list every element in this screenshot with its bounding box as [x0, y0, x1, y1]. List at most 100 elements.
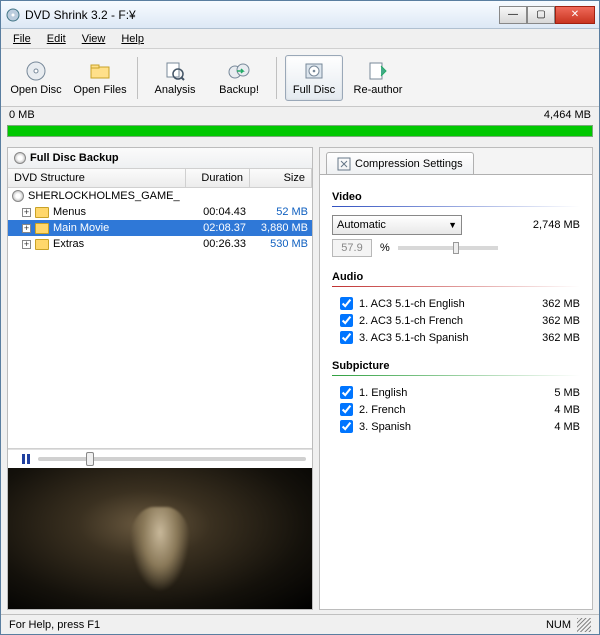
size-max: 4,464 MB [544, 109, 591, 121]
tab-label: Compression Settings [355, 158, 463, 170]
tree-row-main-movie[interactable]: +Main Movie 02:08.37 3,880 MB [8, 220, 312, 236]
analysis-icon [164, 60, 186, 82]
menu-file[interactable]: File [7, 31, 37, 47]
video-section-title: Video [332, 191, 580, 203]
subpicture-track-row[interactable]: 1. English 5 MB [332, 384, 580, 401]
disc-icon [14, 152, 26, 164]
video-size: 2,748 MB [533, 219, 580, 231]
expand-icon[interactable]: + [22, 240, 31, 249]
subpicture-track-checkbox[interactable] [340, 403, 353, 416]
subpicture-track-size: 4 MB [510, 421, 580, 433]
audio-section-title: Audio [332, 271, 580, 283]
expand-icon[interactable]: + [22, 208, 31, 217]
tab-strip: Compression Settings [320, 148, 592, 175]
resize-grip[interactable] [577, 618, 591, 632]
video-rule [332, 206, 580, 207]
audio-rule [332, 286, 580, 287]
slider-thumb [453, 242, 459, 254]
folder-icon [89, 60, 111, 82]
col-duration[interactable]: Duration [186, 169, 250, 187]
pause-button[interactable] [22, 454, 30, 464]
disc-icon [25, 60, 47, 82]
tree-item-label: Menus [53, 206, 86, 218]
audio-track-checkbox[interactable] [340, 297, 353, 310]
titlebar: DVD Shrink 3.2 - F:¥ — ▢ ✕ [1, 1, 599, 29]
reauthor-icon [367, 60, 389, 82]
content-area: Full Disc Backup DVD Structure Duration … [1, 143, 599, 614]
audio-track-label: 2. AC3 5.1-ch French [359, 315, 504, 327]
slider-thumb[interactable] [86, 452, 94, 466]
folder-icon [35, 223, 49, 234]
subpicture-track-size: 5 MB [510, 387, 580, 399]
subpicture-track-checkbox[interactable] [340, 386, 353, 399]
minimize-button[interactable]: — [499, 6, 527, 24]
menu-view[interactable]: View [76, 31, 112, 47]
video-mode-combo[interactable]: Automatic ▼ [332, 215, 462, 235]
folder-icon [35, 239, 49, 250]
tree-disc-row[interactable]: SHERLOCKHOLMES_GAME_ [8, 188, 312, 204]
subpicture-track-row[interactable]: 3. Spanish 4 MB [332, 418, 580, 435]
size-readout: 0 MB 4,464 MB [1, 107, 599, 123]
left-pane-title: Full Disc Backup [30, 152, 119, 164]
subpicture-section-title: Subpicture [332, 360, 580, 372]
toolbar-separator [276, 57, 277, 99]
maximize-button[interactable]: ▢ [527, 6, 555, 24]
menubar: File Edit View Help [1, 29, 599, 49]
subpicture-track-label: 2. French [359, 404, 504, 416]
playback-controls [8, 449, 312, 468]
subpicture-track-row[interactable]: 2. French 4 MB [332, 401, 580, 418]
audio-track-label: 3. AC3 5.1-ch Spanish [359, 332, 504, 344]
compression-slider [398, 246, 498, 250]
disc-icon [12, 190, 24, 202]
subpicture-track-checkbox[interactable] [340, 420, 353, 433]
audio-track-label: 1. AC3 5.1-ch English [359, 298, 504, 310]
tree-item-label: Extras [53, 238, 84, 250]
tree-row-extras[interactable]: +Extras 00:26.33 530 MB [8, 236, 312, 252]
pause-icon [22, 454, 30, 464]
app-icon [5, 7, 21, 23]
compression-panel: Video Automatic ▼ 2,748 MB 57.9 % Audio [320, 174, 592, 609]
audio-track-size: 362 MB [510, 315, 580, 327]
analysis-button[interactable]: Analysis [146, 55, 204, 101]
subpicture-track-size: 4 MB [510, 404, 580, 416]
playback-slider[interactable] [38, 457, 306, 461]
tree-body[interactable]: SHERLOCKHOLMES_GAME_ +Menus 00:04.43 52 … [8, 188, 312, 448]
open-files-button[interactable]: Open Files [71, 55, 129, 101]
audio-track-row[interactable]: 3. AC3 5.1-ch Spanish 362 MB [332, 329, 580, 346]
subpicture-track-label: 1. English [359, 387, 504, 399]
backup-button[interactable]: Backup! [210, 55, 268, 101]
subpicture-track-label: 3. Spanish [359, 421, 504, 433]
tree-item-label: Main Movie [53, 222, 109, 234]
menu-help[interactable]: Help [115, 31, 150, 47]
window-title: DVD Shrink 3.2 - F:¥ [25, 8, 499, 22]
audio-track-row[interactable]: 2. AC3 5.1-ch French 362 MB [332, 312, 580, 329]
audio-track-checkbox[interactable] [340, 314, 353, 327]
menu-edit[interactable]: Edit [41, 31, 72, 47]
app-window: DVD Shrink 3.2 - F:¥ — ▢ ✕ File Edit Vie… [0, 0, 600, 635]
col-structure[interactable]: DVD Structure [8, 169, 186, 187]
audio-track-row[interactable]: 1. AC3 5.1-ch English 362 MB [332, 295, 580, 312]
open-disc-button[interactable]: Open Disc [7, 55, 65, 101]
compression-icon [337, 157, 351, 171]
subpicture-rule [332, 375, 580, 376]
video-controls-row: Automatic ▼ 2,748 MB [332, 215, 580, 235]
disc-name: SHERLOCKHOLMES_GAME_ [28, 190, 180, 202]
preview-frame [8, 468, 312, 609]
tab-compression-settings[interactable]: Compression Settings [326, 152, 474, 175]
audio-track-size: 362 MB [510, 298, 580, 310]
right-pane: Compression Settings Video Automatic ▼ 2… [319, 147, 593, 610]
toolbar-separator [137, 57, 138, 99]
statusbar: For Help, press F1 NUM [1, 614, 599, 634]
col-size[interactable]: Size [250, 169, 312, 187]
reauthor-button[interactable]: Re-author [349, 55, 407, 101]
column-headers: DVD Structure Duration Size [8, 169, 312, 188]
video-preview [8, 468, 312, 609]
size-progress-bar [7, 125, 593, 137]
audio-track-checkbox[interactable] [340, 331, 353, 344]
expand-icon[interactable]: + [22, 224, 31, 233]
full-disc-button[interactable]: Full Disc [285, 55, 343, 101]
tree-row-menus[interactable]: +Menus 00:04.43 52 MB [8, 204, 312, 220]
close-button[interactable]: ✕ [555, 6, 595, 24]
status-numlock: NUM [546, 619, 571, 631]
pct-symbol: % [380, 242, 390, 254]
